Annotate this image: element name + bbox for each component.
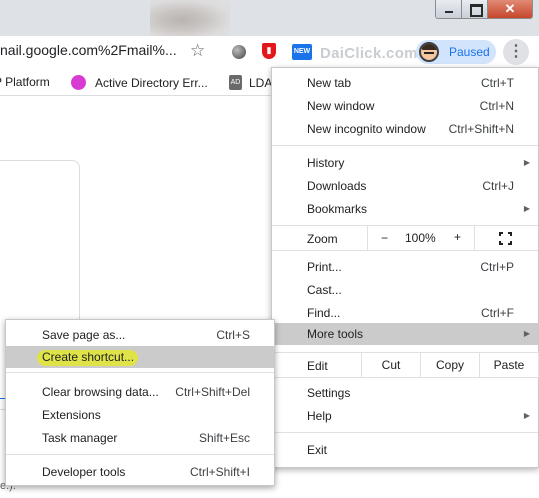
menu-divider bbox=[272, 432, 538, 433]
menu-item-label: New tab bbox=[307, 76, 352, 90]
menu-item-downloads[interactable]: Downloads Ctrl+J bbox=[272, 175, 538, 197]
bookmark-label: P Platform bbox=[0, 75, 50, 89]
submenu-item-task-manager[interactable]: Task manager Shift+Esc bbox=[6, 427, 274, 449]
menu-item-shortcut: Ctrl+T bbox=[481, 76, 514, 90]
menu-item-label: New window bbox=[307, 99, 375, 113]
bookmark-favicon-icon bbox=[71, 75, 86, 90]
menu-divider bbox=[6, 372, 274, 373]
copy-button[interactable]: Copy bbox=[420, 352, 480, 378]
submenu-item-developer-tools[interactable]: Developer tools Ctrl+Shift+I bbox=[6, 461, 274, 483]
more-tools-submenu: Save page as... Ctrl+S Create shortcut..… bbox=[5, 319, 275, 486]
extension-shield-icon[interactable]: ▮ bbox=[262, 43, 276, 59]
avatar-icon bbox=[419, 42, 439, 62]
menu-item-shortcut: Shift+Esc bbox=[198, 431, 250, 445]
bookmark-favicon-icon: AD bbox=[229, 75, 242, 90]
submenu-item-extensions[interactable]: Extensions bbox=[6, 404, 274, 426]
menu-item-label: Developer tools bbox=[42, 465, 126, 479]
menu-item-label: Extensions bbox=[42, 408, 101, 422]
menu-item-settings[interactable]: Settings bbox=[272, 382, 538, 404]
address-bar-text[interactable]: nail.google.com%2Fmail%... bbox=[0, 42, 177, 58]
menu-item-label: Cast... bbox=[307, 283, 342, 297]
menu-divider bbox=[6, 454, 274, 455]
menu-item-new-tab[interactable]: New tab Ctrl+T bbox=[272, 72, 538, 94]
paste-button[interactable]: Paste bbox=[479, 352, 539, 378]
bookmark-item[interactable]: P Platform bbox=[0, 75, 50, 89]
menu-item-bookmarks[interactable]: Bookmarks ▶ bbox=[272, 198, 538, 220]
cut-button[interactable]: Cut bbox=[361, 352, 421, 378]
submenu-arrow-icon: ▶ bbox=[523, 329, 530, 338]
zoom-label: Zoom bbox=[307, 232, 338, 246]
bookmark-label: LDA bbox=[249, 75, 273, 90]
zoom-level-value: 100% bbox=[405, 231, 436, 245]
window-controls bbox=[435, 0, 533, 19]
menu-item-shortcut: Ctrl+J bbox=[482, 179, 514, 193]
menu-item-shortcut: Ctrl+S bbox=[216, 328, 250, 342]
kebab-menu-icon[interactable]: ⋮ bbox=[503, 39, 529, 65]
chrome-main-menu: New tab Ctrl+T New window Ctrl+N New inc… bbox=[271, 67, 539, 468]
browser-toolbar: nail.google.com%2Fmail%... ☆ ▮ NEW DaiCl… bbox=[0, 36, 539, 68]
menu-item-print[interactable]: Print... Ctrl+P bbox=[272, 256, 538, 278]
daiclick-watermark: DaiClick.com bbox=[320, 45, 418, 62]
menu-item-label: Clear browsing data... bbox=[42, 385, 159, 399]
bookmark-star-icon[interactable]: ☆ bbox=[190, 41, 205, 61]
extension-new-icon[interactable]: NEW bbox=[292, 44, 312, 60]
menu-item-label: History bbox=[307, 156, 345, 170]
menu-zoom-row: Zoom − 100% + bbox=[272, 225, 538, 251]
profile-status-label: Paused bbox=[449, 45, 490, 59]
menu-item-label: Print... bbox=[307, 260, 342, 274]
menu-item-help[interactable]: Help ▶ bbox=[272, 405, 538, 427]
menu-item-label: Downloads bbox=[307, 179, 367, 193]
menu-item-cast[interactable]: Cast... bbox=[272, 279, 538, 301]
menu-item-label: More tools bbox=[307, 327, 364, 341]
menu-item-exit[interactable]: Exit bbox=[272, 439, 538, 461]
submenu-item-clear-browsing-data[interactable]: Clear browsing data... Ctrl+Shift+Del bbox=[6, 381, 274, 403]
menu-item-shortcut: Ctrl+Shift+Del bbox=[175, 385, 250, 399]
submenu-arrow-icon: ▶ bbox=[523, 204, 530, 213]
bookmark-item[interactable]: AD LDA bbox=[229, 75, 272, 90]
menu-item-label: Settings bbox=[307, 386, 351, 400]
title-bar bbox=[0, 0, 539, 36]
window-background-photo bbox=[150, 0, 230, 36]
menu-item-more-tools[interactable]: More tools ▶ bbox=[272, 323, 538, 345]
menu-item-label: Task manager bbox=[42, 431, 118, 445]
minimize-button[interactable] bbox=[436, 0, 462, 18]
menu-divider bbox=[272, 145, 538, 146]
submenu-item-save-page[interactable]: Save page as... Ctrl+S bbox=[6, 324, 274, 346]
zoom-controls: − 100% + bbox=[367, 225, 475, 251]
menu-item-label: Find... bbox=[307, 306, 341, 320]
menu-item-shortcut: Ctrl+Shift+N bbox=[448, 122, 514, 136]
menu-item-shortcut: Ctrl+N bbox=[479, 99, 514, 113]
menu-item-new-window[interactable]: New window Ctrl+N bbox=[272, 95, 538, 117]
zoom-in-button[interactable]: + bbox=[454, 230, 461, 244]
menu-item-shortcut: Ctrl+Shift+I bbox=[189, 465, 250, 479]
menu-item-label: Exit bbox=[307, 443, 328, 457]
extension-circle-icon[interactable] bbox=[232, 45, 246, 59]
menu-item-history[interactable]: History ▶ bbox=[272, 152, 538, 174]
fullscreen-icon[interactable] bbox=[499, 232, 512, 245]
menu-item-label: Create shortcut... bbox=[42, 350, 135, 364]
menu-item-find[interactable]: Find... Ctrl+F bbox=[272, 302, 538, 324]
menu-item-label: Bookmarks bbox=[307, 202, 368, 216]
maximize-button[interactable] bbox=[462, 0, 488, 18]
menu-item-label: Save page as... bbox=[42, 328, 126, 342]
menu-item-label: New incognito window bbox=[307, 122, 426, 136]
menu-item-new-incognito-window[interactable]: New incognito window Ctrl+Shift+N bbox=[272, 118, 538, 140]
submenu-item-create-shortcut[interactable]: Create shortcut... bbox=[6, 346, 274, 368]
menu-item-label: Help bbox=[307, 409, 332, 423]
zoom-out-button[interactable]: − bbox=[381, 231, 388, 245]
menu-item-shortcut: Ctrl+P bbox=[480, 260, 514, 274]
bookmark-item[interactable]: Active Directory Err... bbox=[71, 75, 208, 90]
menu-item-shortcut: Ctrl+F bbox=[481, 306, 514, 320]
menu-edit-row: Edit Cut Copy Paste bbox=[272, 352, 539, 378]
profile-button[interactable]: Paused bbox=[416, 40, 496, 64]
submenu-arrow-icon: ▶ bbox=[523, 158, 530, 167]
submenu-arrow-icon: ▶ bbox=[523, 411, 530, 420]
bookmark-label: Active Directory Err... bbox=[95, 75, 208, 90]
edit-label: Edit bbox=[307, 359, 328, 373]
close-button[interactable] bbox=[488, 0, 532, 18]
